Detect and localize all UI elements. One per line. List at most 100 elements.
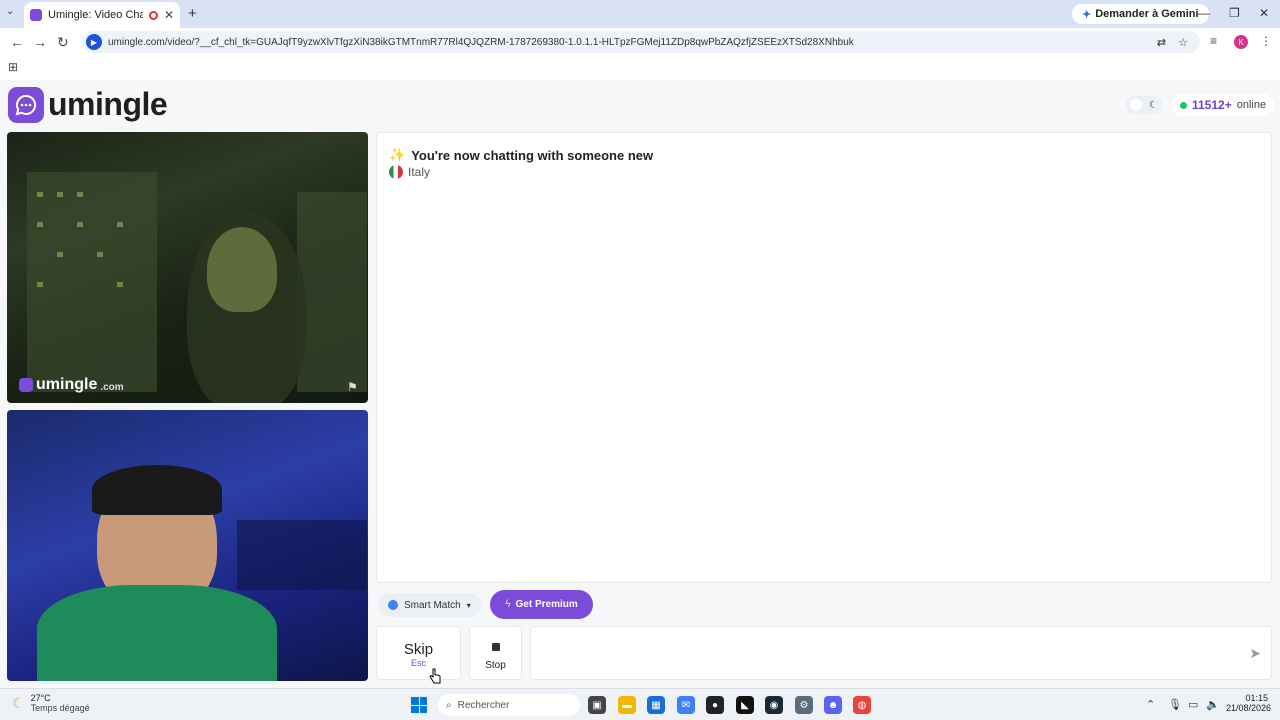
umingle-watermark: umingle .com [19, 376, 124, 394]
site-logo[interactable]: umingle [8, 86, 168, 123]
skip-button[interactable]: Skip Esc [376, 626, 461, 680]
clock-date: 21/08/2026 [1226, 703, 1272, 713]
online-label: online [1236, 99, 1267, 111]
send-icon[interactable]: ➤ [1249, 645, 1261, 662]
taskbar-search[interactable]: ⌕ Rechercher [438, 694, 580, 716]
page-content: umingle ☾ 11512+ online umingle .com ⚑ ✨… [0, 80, 1280, 688]
close-tab-icon[interactable]: ✕ [164, 8, 174, 22]
smart-match-label: Smart Match [404, 599, 461, 611]
italy-flag-icon [389, 165, 403, 179]
close-window-icon[interactable]: ✕ [1259, 6, 1269, 20]
chevron-down-icon: ▾ [466, 600, 471, 610]
building-silhouette [27, 172, 157, 392]
country-name: Italy [408, 165, 431, 179]
weather-temperature: 27°C [30, 693, 51, 703]
theme-toggle[interactable]: ☾ [1126, 96, 1162, 114]
chat-bubble-logo-icon [8, 86, 44, 123]
chat-panel: ✨ You're now chatting with someone new I… [376, 132, 1272, 583]
restore-window-icon[interactable]: ❐ [1229, 6, 1240, 20]
building-silhouette-right [297, 192, 367, 392]
tab-title: Umingle: Video Chat with S [48, 9, 143, 21]
media-controls-icon[interactable]: ≡ [1210, 34, 1217, 48]
stop-square-icon [491, 643, 500, 651]
weather-widget[interactable]: ☾ 27°C Temps dégagé [12, 693, 90, 713]
remote-person-face [207, 227, 277, 312]
sparkle-icon: ✨ [389, 147, 406, 162]
partner-country: Italy [389, 165, 430, 179]
gemini-sparkle-icon: ✦ [1082, 8, 1092, 21]
skip-shortcut: Esc [410, 658, 426, 668]
report-flag-icon[interactable]: ⚑ [347, 380, 358, 394]
gemini-button[interactable]: ✦ Demander à Gemini [1072, 4, 1209, 24]
search-placeholder: Rechercher [457, 699, 510, 711]
local-person-hair [92, 465, 222, 515]
logo-text: umingle [48, 86, 168, 122]
microphone-icon[interactable]: 🎙 [1168, 698, 1182, 711]
clock-time: 01:15 [1245, 693, 1268, 703]
umingle-favicon-icon [30, 9, 42, 21]
profile-avatar[interactable]: K [1234, 35, 1248, 49]
windows-start-icon[interactable] [411, 697, 427, 713]
site-info-icon[interactable]: ▶ [86, 34, 102, 50]
back-arrow-icon[interactable]: ← [10, 34, 24, 50]
mail-app-icon[interactable]: ✉ [677, 696, 695, 714]
taskbar-clock[interactable]: 01:15 21/08/2026 [1226, 693, 1272, 713]
network-icon[interactable]: ▭ [1188, 698, 1198, 711]
browser-tab-active[interactable]: Umingle: Video Chat with S ✕ [24, 2, 180, 28]
new-tab-button[interactable]: + [188, 5, 197, 22]
hand-cursor-icon [429, 668, 441, 684]
steam-app-icon[interactable]: ◉ [765, 696, 783, 714]
watermark-suffix: .com [100, 381, 124, 393]
toggle-knob [1130, 99, 1142, 111]
online-counter-badge: 11512+ online [1172, 94, 1275, 116]
forward-arrow-icon[interactable]: → [33, 34, 47, 50]
weather-description: Temps dégagé [30, 703, 90, 713]
reload-icon[interactable]: ↻ [57, 34, 69, 51]
background-furniture [237, 520, 367, 590]
translate-icon[interactable]: ⇄ [1157, 36, 1166, 49]
skip-label: Skip [403, 641, 434, 658]
task-view-icon[interactable]: ▣ [588, 696, 606, 714]
watermark-text: umingle [36, 376, 98, 393]
volume-icon[interactable]: 🔈 [1206, 698, 1220, 711]
gemini-label: Demander à Gemini [1095, 8, 1199, 20]
message-input[interactable]: ➤ [530, 626, 1272, 680]
file-explorer-icon[interactable]: ▬ [618, 696, 636, 714]
lightning-icon: ϟ [505, 599, 511, 610]
local-person-shirt [37, 585, 277, 681]
minimize-window-icon[interactable]: — [1198, 6, 1210, 20]
browser-tab-strip: ⌄ Umingle: Video Chat with S ✕ + ✦ Deman… [0, 0, 1280, 28]
tray-overflow-chevron-icon[interactable]: ⌃ [1146, 698, 1155, 711]
apps-grid-icon[interactable]: ⊞ [8, 60, 18, 74]
get-premium-button[interactable]: ϟ Get Premium [490, 590, 593, 619]
browser-menu-icon[interactable]: ⋮ [1260, 34, 1272, 48]
url-text[interactable]: umingle.com/video/?__cf_chl_tk=GUAJqfT9y… [108, 37, 1157, 48]
stop-label: Stop [485, 660, 506, 671]
bookmark-star-icon[interactable]: ☆ [1178, 36, 1188, 49]
local-video-feed [7, 410, 368, 681]
watermark-logo-icon [19, 378, 33, 392]
address-bar[interactable]: ▶ umingle.com/video/?__cf_chl_tk=GUAJqfT… [82, 31, 1200, 53]
chat-status-text: You're now chatting with someone new [411, 147, 654, 163]
stop-button[interactable]: Stop [469, 626, 522, 680]
smart-match-dropdown[interactable]: Smart Match ▾ [378, 593, 481, 617]
online-status-dot-icon [1180, 101, 1187, 109]
remote-video-feed: umingle .com ⚑ [7, 132, 368, 403]
moon-icon: ☾ [1149, 99, 1158, 111]
chat-status-message: ✨ You're now chatting with someone new [389, 147, 653, 163]
online-count: 11512+ [1192, 98, 1232, 112]
browser-toolbar: ← → ↻ ▶ umingle.com/video/?__cf_chl_tk=G… [0, 28, 1280, 56]
settings-gear-icon[interactable]: ⚙ [795, 696, 813, 714]
premium-label: Get Premium [515, 599, 578, 610]
nvidia-app-icon[interactable]: ◣ [736, 696, 754, 714]
windows-taskbar: ☾ 27°C Temps dégagé ⌕ Rechercher ▣ ▬ ▦ ✉… [0, 688, 1280, 720]
discord-app-icon[interactable]: ☻ [824, 696, 842, 714]
globe-icon [388, 600, 398, 610]
tab-search-chevron-icon[interactable]: ⌄ [6, 6, 14, 17]
recording-indicator-icon [148, 10, 158, 20]
search-icon: ⌕ [446, 699, 452, 711]
obs-app-icon[interactable]: ● [706, 696, 724, 714]
microsoft-store-icon[interactable]: ▦ [647, 696, 665, 714]
moon-weather-icon: ☾ [12, 694, 25, 711]
chrome-app-icon[interactable]: ◍ [853, 696, 871, 714]
